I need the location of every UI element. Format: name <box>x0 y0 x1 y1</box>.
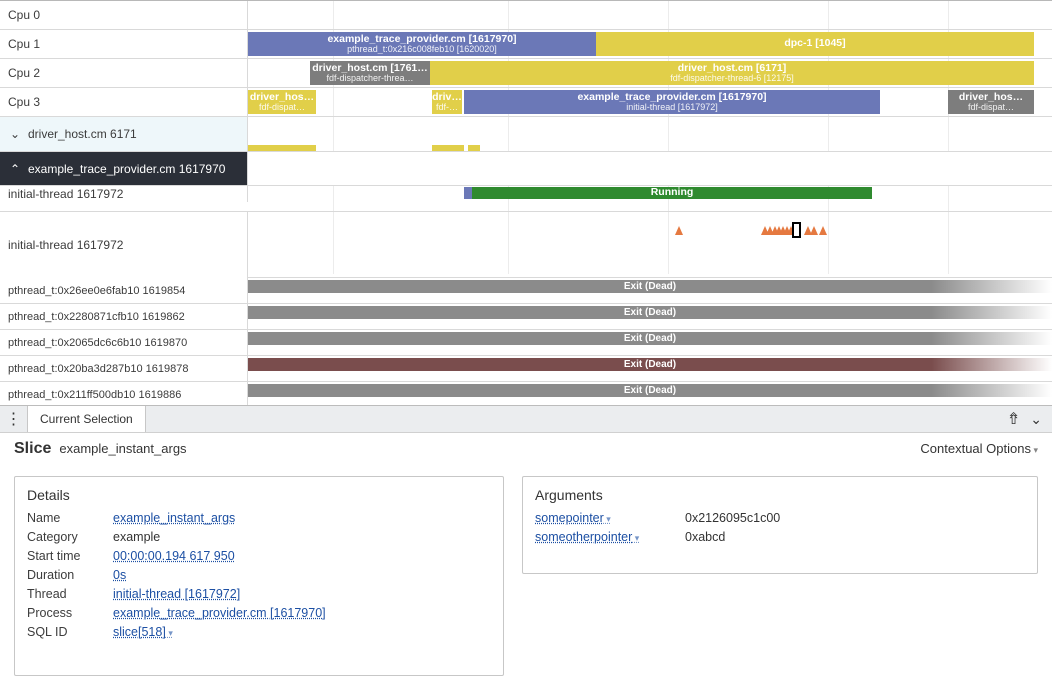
timeline-slice[interactable]: example_trace_provider.cm [1617970]initi… <box>464 90 880 114</box>
cpu-label: Cpu 0 <box>0 1 248 29</box>
dead-thread-row[interactable]: pthread_t:0x2065dc6c6b10 1619870Exit (De… <box>0 330 1052 356</box>
track-group-driver-host[interactable]: ⌄ driver_host.cm 6171 <box>0 117 1052 152</box>
chevron-down-icon[interactable]: ⌄ <box>1030 411 1042 428</box>
cpu-label: Cpu 2 <box>0 59 248 87</box>
chevron-down-icon: ⌄ <box>8 127 22 141</box>
timeline-slice[interactable]: driver_host.cm [6171]fdf-dispatcher-thre… <box>430 61 1034 85</box>
tab-current-selection[interactable]: Current Selection <box>28 406 146 432</box>
dead-state-bar[interactable]: Exit (Dead) <box>248 358 1052 371</box>
slice-heading: Slice <box>14 440 51 458</box>
timeline-tracks: Cpu 0Cpu 1example_trace_provider.cm [161… <box>0 0 1052 405</box>
cpu-label: Cpu 1 <box>0 30 248 58</box>
contextual-options-button[interactable]: Contextual Options <box>920 441 1038 456</box>
chevron-up-icon: ⌃ <box>8 162 22 176</box>
group-label: driver_host.cm 6171 <box>28 127 137 141</box>
detail-value[interactable]: initial-thread [1617972] <box>113 587 491 601</box>
detail-key: Process <box>27 606 113 620</box>
panel-title: Arguments <box>535 487 1025 503</box>
arguments-panel: Arguments somepointer0x2126095c1c00someo… <box>522 476 1038 574</box>
dead-thread-row[interactable]: pthread_t:0x211ff500db10 1619886Exit (De… <box>0 382 1052 405</box>
detail-value[interactable]: example_instant_args <box>113 511 491 525</box>
timeline-slice[interactable]: driver_hos…fdf-dispat… <box>948 90 1034 114</box>
detail-key: Name <box>27 511 113 525</box>
detail-value[interactable]: slice[518] <box>113 625 491 639</box>
cpu-track-row[interactable]: Cpu 1example_trace_provider.cm [1617970]… <box>0 30 1052 59</box>
dead-thread-row[interactable]: pthread_t:0x20ba3d287b10 1619878Exit (De… <box>0 356 1052 382</box>
argument-key[interactable]: someotherpointer <box>535 530 685 544</box>
instant-event-arrow[interactable] <box>810 226 818 235</box>
instant-event-arrow[interactable] <box>675 226 683 235</box>
pin-icon[interactable]: ⇮ <box>1007 409 1020 429</box>
cpu-track-row[interactable]: Cpu 2 driver_host.cm [1761…fdf-dispatcher… <box>0 59 1052 88</box>
slice-title-bar: Slice example_instant_args Contextual Op… <box>14 440 1038 458</box>
detail-value[interactable]: example_trace_provider.cm [1617970] <box>113 606 491 620</box>
detail-value: example <box>113 530 491 544</box>
instant-events-row[interactable]: initial-thread 1617972 <box>0 212 1052 278</box>
detail-key: Start time <box>27 549 113 563</box>
dead-thread-row[interactable]: pthread_t:0x2280871cfb10 1619862Exit (De… <box>0 304 1052 330</box>
timeline-slice[interactable]: driv…fdf-… <box>432 90 462 114</box>
group-label: example_trace_provider.cm 1617970 <box>28 162 225 176</box>
detail-key: Thread <box>27 587 113 601</box>
timeline-slice[interactable]: driver_hos…fdf-dispat… <box>248 90 316 114</box>
argument-value: 0x2126095c1c00 <box>685 511 1025 525</box>
dead-state-bar[interactable]: Exit (Dead) <box>248 332 1052 345</box>
details-panel: Details Nameexample_instant_argsCategory… <box>14 476 504 676</box>
argument-key[interactable]: somepointer <box>535 511 685 525</box>
cpu-track-row[interactable]: Cpu 0 <box>0 1 1052 30</box>
detail-key: Category <box>27 530 113 544</box>
cpu-label: Cpu 3 <box>0 88 248 116</box>
dead-thread-row[interactable]: pthread_t:0x26ee0e6fab10 1619854Exit (De… <box>0 278 1052 304</box>
cpu-track-row[interactable]: Cpu 3driver_hos…fdf-dispat…driv…fdf-…exa… <box>0 88 1052 117</box>
timeline-slice[interactable]: dpc-1 [1045] <box>596 32 1034 56</box>
thread-label: initial-thread 1617972 <box>8 187 123 201</box>
dead-state-bar[interactable]: Exit (Dead) <box>248 280 1052 293</box>
detail-key: SQL ID <box>27 625 113 639</box>
dead-state-bar[interactable]: Exit (Dead) <box>248 306 1052 319</box>
slice-name: example_instant_args <box>59 441 186 456</box>
details-header: ⋮ Current Selection ⇮ ⌄ <box>0 405 1052 433</box>
panel-title: Details <box>27 487 491 503</box>
running-slice[interactable]: Running <box>472 187 872 199</box>
thread-label: initial-thread 1617972 <box>8 238 123 252</box>
thread-state-row[interactable]: initial-thread 1617972 Running <box>0 186 1052 212</box>
instant-event-arrow[interactable] <box>819 226 827 235</box>
argument-value: 0xabcd <box>685 530 1025 544</box>
timeline-slice[interactable]: example_trace_provider.cm [1617970]pthre… <box>248 32 596 56</box>
detail-key: Duration <box>27 568 113 582</box>
selected-instant-event[interactable] <box>792 222 801 238</box>
details-menu-button[interactable]: ⋮ <box>0 406 28 432</box>
detail-value[interactable]: 00:00:00.194 617 950 <box>113 549 491 563</box>
track-group-example-trace[interactable]: ⌃ example_trace_provider.cm 1617970 <box>0 152 1052 186</box>
dead-state-bar[interactable]: Exit (Dead) <box>248 384 1052 397</box>
timeline-slice[interactable]: driver_host.cm [1761…fdf-dispatcher-thre… <box>310 61 430 85</box>
detail-value[interactable]: 0s <box>113 568 491 582</box>
